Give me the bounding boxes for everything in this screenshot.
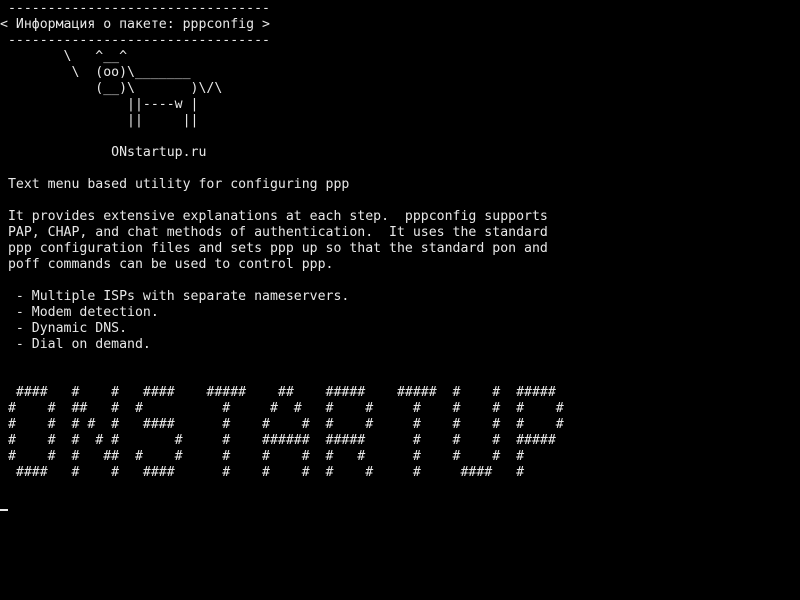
cow-art-line: (__)\ )\/\	[0, 81, 223, 96]
description-line: It provides extensive explanations at ea…	[0, 209, 548, 224]
feature-item: - Dynamic DNS.	[0, 321, 128, 336]
package-summary: Text menu based utility for configuring …	[0, 177, 350, 192]
banner-line: # # ## # # # # # # # # # # # #	[0, 401, 564, 416]
description-line: ppp configuration files and sets ppp up …	[0, 241, 548, 256]
description-line: poff commands can be used to control ppp…	[0, 257, 334, 272]
banner-line: # # # # # #### # # # # # # # # # #	[0, 417, 564, 432]
banner-line: # # # ## # # # # # # # # # # #	[0, 449, 525, 464]
feature-item: - Multiple ISPs with separate nameserver…	[0, 289, 350, 304]
description-line: PAP, CHAP, and chat methods of authentic…	[0, 225, 548, 240]
cow-art-line: || ||	[0, 113, 199, 128]
cow-art-line: \ (oo)\_______	[0, 65, 191, 80]
header-rule-top: ---------------------------------	[0, 1, 270, 16]
package-info-title: < Информация о пакете: pppconfig >	[0, 17, 270, 32]
banner-line: #### # # #### ##### ## ##### ##### # # #…	[0, 385, 556, 400]
cow-art-line: ||----w |	[0, 97, 199, 112]
cow-art-line: \ ^__^	[0, 49, 128, 64]
feature-item: - Dial on demand.	[0, 337, 151, 352]
feature-item: - Modem detection.	[0, 305, 159, 320]
terminal-window[interactable]: --------------------------------- < Инфо…	[0, 0, 800, 600]
banner-line: # # # # # # # ###### ##### # # # #####	[0, 433, 556, 448]
text-cursor	[0, 509, 8, 511]
header-rule-bottom: ---------------------------------	[0, 33, 270, 48]
site-name: ONstartup.ru	[0, 145, 207, 160]
banner-line: #### # # #### # # # # # # #### #	[0, 465, 525, 480]
